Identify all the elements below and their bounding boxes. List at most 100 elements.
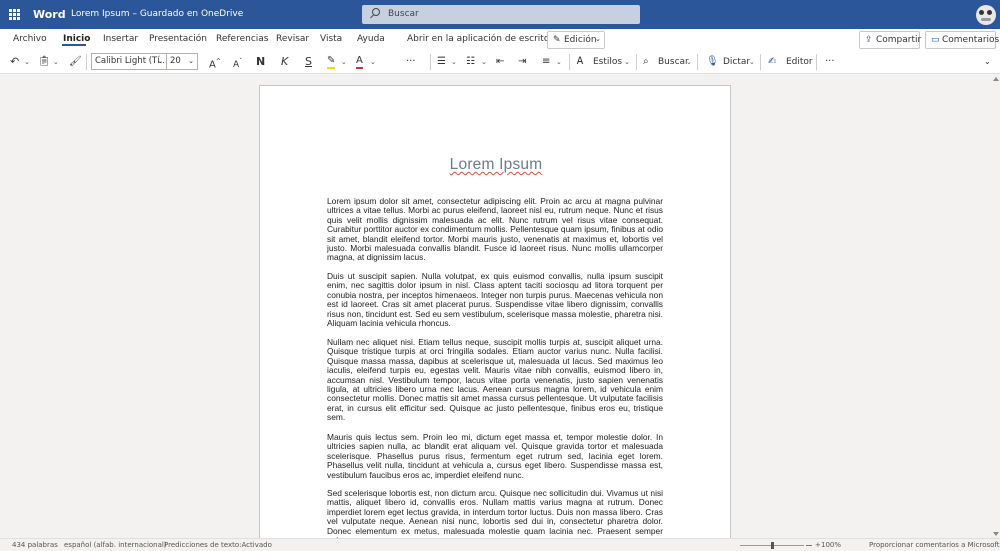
divider (430, 54, 431, 70)
italic-button[interactable]: K (281, 55, 288, 69)
share-label: Compartir (876, 35, 922, 45)
chevron-down-icon: ⌄ (595, 35, 601, 43)
tab-insertar[interactable]: Insertar (103, 34, 138, 44)
paragraph[interactable]: Sed scelerisque lobortis est, non dictum… (327, 488, 663, 545)
dictate-button[interactable]: Dictar (723, 55, 750, 69)
decrease-indent-icon[interactable]: ⇤ (496, 55, 504, 69)
title-separator: – (132, 9, 140, 19)
chevron-down-icon[interactable]: ⌄ (984, 55, 991, 69)
comments-button[interactable]: ▭ Comentarios (925, 31, 1000, 49)
font-size-select[interactable]: 20 ⌄ (167, 53, 198, 70)
document-heading[interactable]: Lorem Ipsum (260, 156, 730, 174)
find-icon[interactable]: ⌕ (643, 55, 649, 69)
bullets-icon[interactable]: ☰ (437, 55, 446, 69)
find-button[interactable]: Buscar (658, 55, 689, 69)
title-bar: Word Lorem Ipsum – Guardado en OneDrive … (0, 0, 1000, 29)
chevron-down-icon[interactable]: ⌄ (370, 55, 376, 69)
zoom-slider-handle[interactable] (771, 542, 774, 549)
font-color-button[interactable]: A (356, 55, 363, 69)
font-name-select[interactable]: Calibri Light (Tí... ⌄ (91, 53, 167, 70)
search-icon (372, 8, 380, 16)
chevron-down-icon[interactable]: ⌄ (451, 55, 457, 69)
document-name[interactable]: Lorem Ipsum – Guardado en OneDrive ⌄ (71, 9, 256, 19)
highlight-icon[interactable]: ✎ (327, 55, 336, 69)
paragraph[interactable]: Nullam nec aliquet nisi. Etiam tellus ne… (327, 337, 663, 423)
tab-ayuda[interactable]: Ayuda (357, 34, 385, 44)
vertical-scrollbar[interactable] (992, 75, 1000, 538)
editor-icon[interactable]: ✍︎ (768, 55, 776, 69)
more-font-options-button[interactable]: ··· (406, 55, 416, 69)
divider (569, 54, 570, 70)
editing-mode-label: Edición (564, 35, 597, 45)
zoom-in-icon[interactable]: + (815, 541, 821, 549)
avatar[interactable] (976, 5, 996, 25)
zoom-level[interactable]: 100% (821, 541, 841, 549)
bold-button[interactable]: N (256, 55, 265, 69)
paragraph[interactable]: Lorem ipsum dolor sit amet, consectetur … (327, 196, 663, 263)
align-icon[interactable]: ≡ (542, 55, 550, 69)
paragraph[interactable]: Duis ut suscipit sapien. Nulla volutpat,… (327, 271, 663, 328)
search-placeholder: Buscar (388, 9, 419, 19)
chevron-down-icon: ⌄ (157, 57, 163, 65)
divider (697, 54, 698, 70)
document-canvas: Lorem Ipsum Lorem ipsum dolor sit amet, … (0, 75, 992, 551)
open-desktop-app-button[interactable]: Abrir en la aplicación de escritorio (407, 34, 561, 44)
chevron-down-icon[interactable]: ⌄ (556, 55, 562, 69)
text-predictions-status[interactable]: Predicciones de texto:Activado (164, 541, 272, 549)
strikethrough-button[interactable]: S (305, 55, 312, 69)
zoom-out-icon[interactable] (806, 545, 812, 546)
tab-revisar[interactable]: Revisar (276, 34, 309, 44)
scroll-down-icon[interactable] (993, 532, 999, 536)
chevron-down-icon[interactable]: ⌄ (24, 55, 30, 69)
chevron-down-icon[interactable]: ⌄ (53, 55, 59, 69)
tab-presentacion[interactable]: Presentación (149, 34, 207, 44)
word-count[interactable]: 434 palabras (12, 541, 58, 549)
format-painter-icon[interactable]: 🖌︎ (69, 55, 82, 69)
tab-inicio[interactable]: Inicio (63, 34, 90, 44)
scroll-up-icon[interactable] (993, 77, 999, 81)
grow-font-button[interactable]: A^ (209, 55, 221, 71)
divider (636, 54, 637, 70)
divider (86, 54, 87, 70)
comments-label: Comentarios (942, 35, 1000, 45)
app-name[interactable]: Word (33, 8, 66, 21)
share-icon: ⇪ (865, 35, 873, 45)
tab-archivo[interactable]: Archivo (13, 34, 47, 44)
overflow-button[interactable]: ··· (825, 55, 835, 69)
editor-button[interactable]: Editor (786, 55, 813, 69)
status-bar: 434 palabras español (alfab. internacion… (0, 538, 1000, 551)
chevron-down-icon[interactable]: ⌄ (481, 55, 487, 69)
document-title-label: Lorem Ipsum (71, 9, 130, 19)
chevron-down-icon[interactable]: ⌄ (341, 55, 347, 69)
share-button[interactable]: ⇪ Compartir (859, 31, 922, 49)
feedback-link[interactable]: Proporcionar comentarios a Microsoft (869, 541, 1000, 549)
chevron-down-icon: ⌄ (249, 9, 256, 18)
app-launcher-icon[interactable] (9, 9, 20, 20)
language-status[interactable]: español (alfab. internacional) (64, 541, 167, 549)
chevron-down-icon: ⌄ (188, 57, 194, 65)
undo-icon[interactable]: ↶ (10, 55, 19, 69)
styles-icon[interactable]: Ꭺ (577, 55, 584, 69)
shrink-font-button[interactable]: Aˇ (233, 55, 242, 70)
divider (760, 54, 761, 70)
editing-mode-dropdown[interactable]: ✎ Edición ⌄ (547, 31, 605, 49)
comment-icon: ▭ (931, 35, 940, 45)
numbering-icon[interactable]: ☷ (466, 55, 475, 69)
styles-button[interactable]: Estilos (593, 55, 622, 69)
ribbon-toolbar: ↶ ⌄ 📋︎ ⌄ 🖌︎ Calibri Light (Tí... ⌄ 20 ⌄ … (0, 50, 1000, 74)
chevron-down-icon[interactable]: ⌄ (749, 55, 755, 69)
document-page[interactable]: Lorem Ipsum Lorem ipsum dolor sit amet, … (259, 85, 731, 551)
increase-indent-icon[interactable]: ⇥ (518, 55, 526, 69)
grow-font-label: A (209, 59, 216, 71)
paragraph[interactable]: Mauris quis lectus sem. Proin leo mi, di… (327, 432, 663, 480)
document-heading-text: Lorem Ipsum (449, 156, 543, 173)
font-size-value: 20 (170, 56, 181, 66)
search-box[interactable]: Buscar (362, 5, 640, 24)
paste-icon[interactable]: 📋︎ (38, 55, 51, 69)
chevron-down-icon[interactable]: ⌄ (624, 55, 630, 69)
microphone-icon[interactable]: 🎙︎ (706, 55, 719, 69)
tab-vista[interactable]: Vista (320, 34, 342, 44)
menu-bar: Archivo Inicio Insertar Presentación Ref… (0, 29, 1000, 50)
tab-referencias[interactable]: Referencias (216, 34, 269, 44)
chevron-down-icon[interactable]: ⌄ (686, 55, 692, 69)
